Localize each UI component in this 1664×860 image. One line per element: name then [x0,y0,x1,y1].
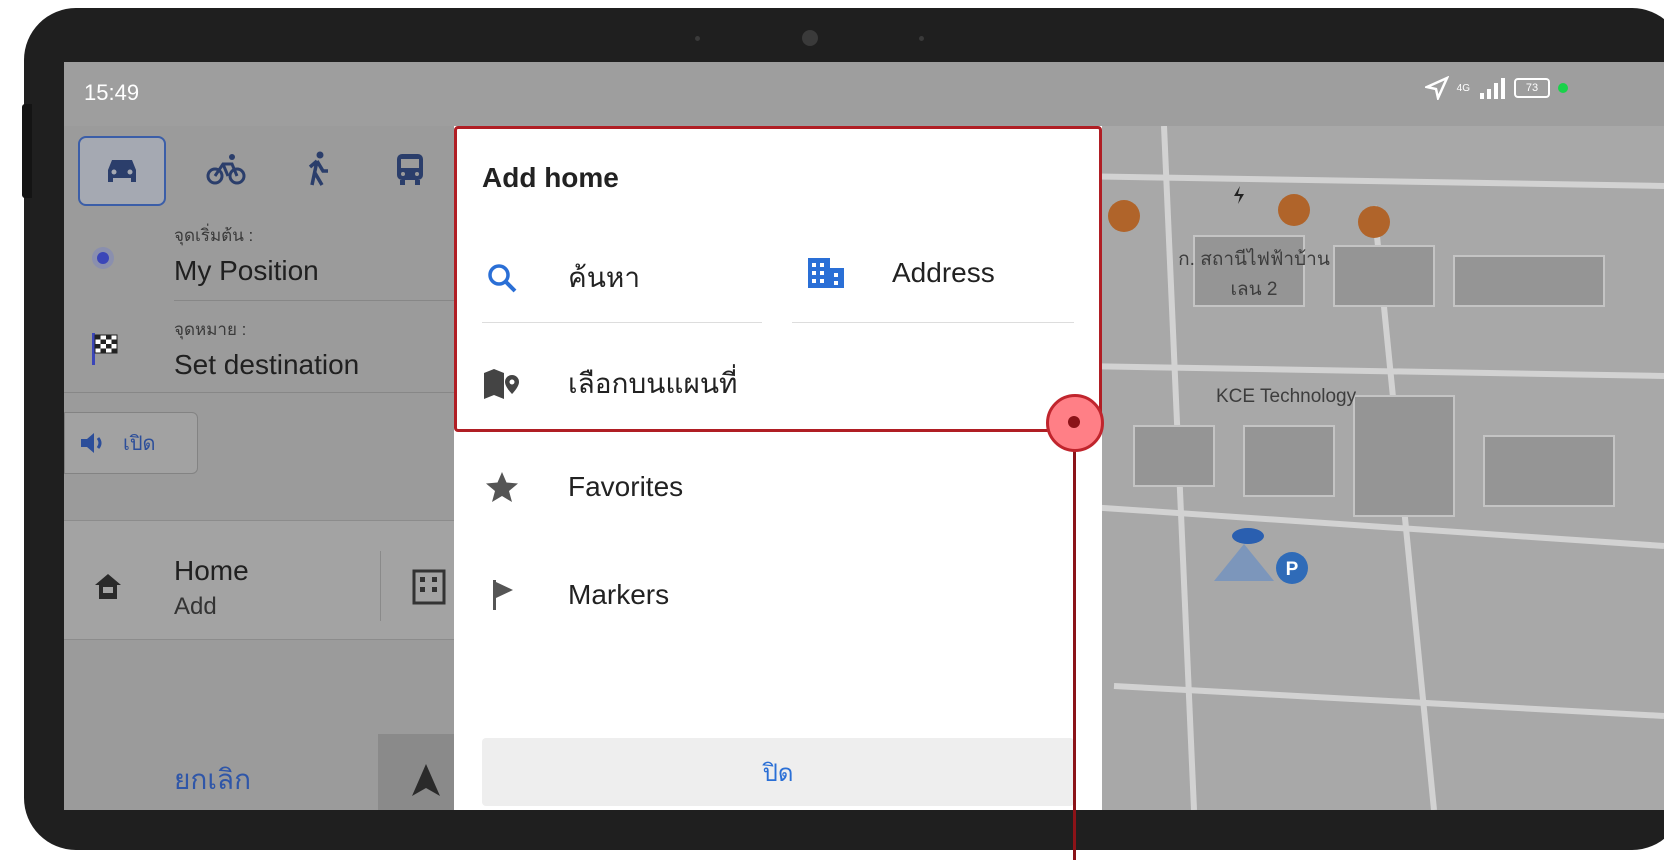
favorites-label: Favorites [568,471,684,502]
start-value: My Position [174,255,319,286]
favorites-option[interactable]: Favorites [482,470,683,504]
destination-value: Set destination [174,349,360,380]
bottom-bar: ยกเลิก [64,674,474,810]
flag-icon [493,580,513,610]
start-label: จุดเริ่มต้น : [174,226,254,245]
speaker-icon [81,433,102,453]
destination-label: จุดหมาย : [174,320,247,339]
divider [64,392,474,393]
divider [380,551,381,621]
side-button [22,104,32,198]
close-button[interactable]: ปิด [482,738,1074,806]
callout-dot [1068,416,1080,428]
sensor-dot [695,36,700,41]
divider [174,300,474,301]
home-subtitle: Add [174,593,217,620]
map-label-kce: KCE Technology [1216,386,1357,407]
checkered-flag-icon [92,333,118,365]
markers-label: Markers [568,579,670,610]
route-panel: จุดเริ่มต้น : My Position จุดหมาย : Set … [64,126,474,810]
mode-car-button[interactable] [78,136,166,206]
sensor-dot [919,36,924,41]
camera-lens [802,30,818,46]
office-building-icon[interactable] [412,569,446,605]
mode-walk-button[interactable] [286,136,350,202]
navigation-arrow-icon [412,764,440,796]
start-field[interactable]: จุดเริ่มต้น : My Position [174,222,319,287]
status-bar: 15:49 4G 73 [64,62,1664,126]
network-type: 4G [1456,82,1470,94]
privacy-indicator-dot [1558,83,1568,93]
origin-dot-icon [92,247,114,269]
map-label-power-2: เลน 2 [1230,279,1278,300]
location-arrow-icon [1424,76,1449,100]
star-icon [486,472,518,502]
home-title: Home [174,555,249,586]
map-label-power: ก. สถานีไฟฟ้าบ้าน [1178,249,1330,270]
home-icon [95,574,121,599]
signal-icon [1480,78,1505,99]
battery-icon: 73 [1514,78,1550,98]
bus-icon [397,154,423,185]
markers-option[interactable]: Markers [482,578,669,612]
walk-icon [308,151,328,186]
sound-toggle-button[interactable]: เปิด [64,412,198,474]
bike-icon [206,154,246,185]
parking-marker: P [1286,559,1299,580]
callout-line [1073,424,1076,860]
car-icon [108,160,136,182]
status-time: 15:49 [84,80,140,105]
destination-field[interactable]: จุดหมาย : Set destination [174,316,359,381]
mode-bus-button[interactable] [378,136,442,202]
mode-bike-button[interactable] [194,136,258,202]
sound-label: เปิด [123,433,156,455]
highlight-frame [454,126,1102,432]
home-shortcut[interactable]: Home Add [64,520,474,640]
cancel-button[interactable]: ยกเลิก [64,734,378,810]
